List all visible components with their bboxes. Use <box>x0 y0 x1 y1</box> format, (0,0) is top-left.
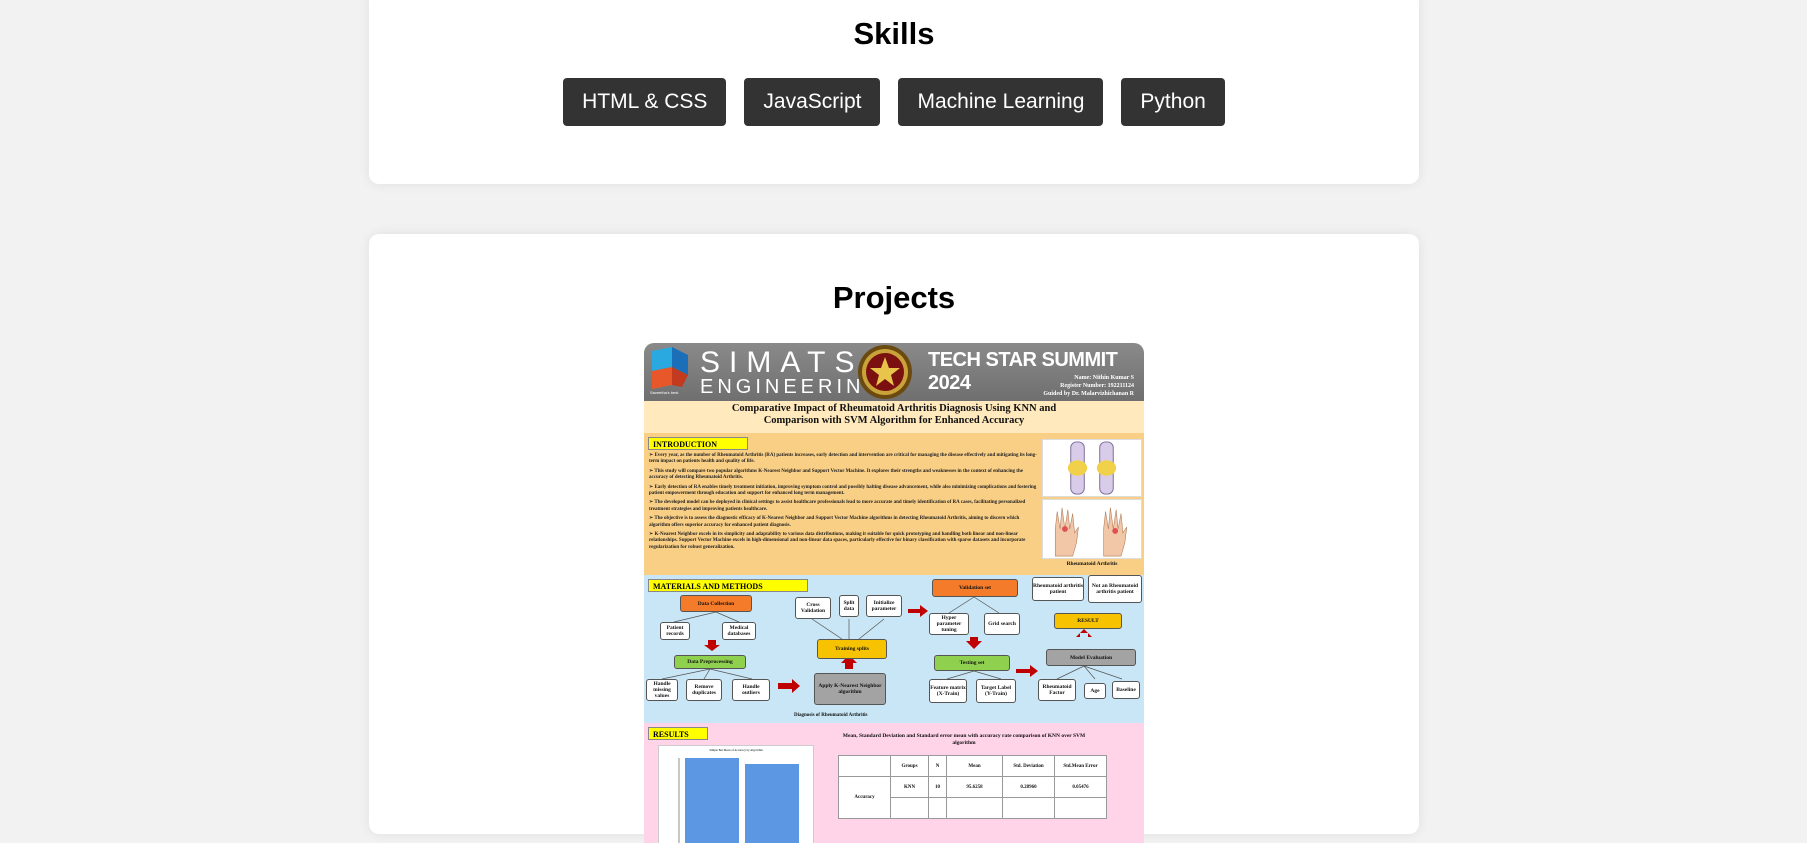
table-header-row: Groups N Mean Std. Deviation Std.Mean Er… <box>838 755 1107 777</box>
register-number: Register Number: 192211124 <box>1060 383 1134 389</box>
brand-name: SIMATS <box>700 346 864 379</box>
intro-point: Early detection of RA enables timely tre… <box>649 485 1039 498</box>
summit-seal-icon <box>858 345 912 399</box>
introduction-section: INTRODUCTION Every year, as the number o… <box>644 433 1144 575</box>
student-name: Name: Nithin Kumar S <box>1074 375 1134 381</box>
skill-badge-machine-learning[interactable]: Machine Learning <box>898 78 1104 126</box>
table-cell: 95.6258 <box>946 776 1003 798</box>
table-cell <box>946 797 1003 819</box>
results-label: RESULTS <box>648 727 708 740</box>
node-handle-outliers: Handle outliers <box>732 679 770 701</box>
projects-title: Projects <box>832 280 956 315</box>
node-grid-search: Grid search <box>984 613 1020 635</box>
node-cross-validation: Cross Validation <box>795 597 831 619</box>
intro-point: The developed model can be deployed in c… <box>649 500 1039 513</box>
node-patient-records: Patient records <box>660 622 690 640</box>
poster-title-band: Comparative Impact of Rheumatoid Arthrit… <box>644 401 1144 433</box>
guide-name: Guided by Dr. Malarvizhichanan R <box>1043 391 1134 397</box>
simats-logo-icon <box>652 347 688 389</box>
node-not-ra-patient: Not an Rheumatoid arthritis patient <box>1088 575 1142 603</box>
table-row-label: Accuracy <box>838 776 891 819</box>
node-ra-patient: Rheumatoid arthritis patient <box>1032 577 1084 601</box>
intro-point: The objective is to assess the diagnosti… <box>649 516 1039 529</box>
table-header: Groups <box>890 755 929 777</box>
results-section: RESULTS Simple Bar Mean of Accuracy by A… <box>644 723 1144 843</box>
skills-list: HTML & CSS JavaScript Machine Learning P… <box>369 78 1419 126</box>
node-data-preprocessing: Data Preprocessing <box>674 655 746 669</box>
node-rheumatoid-factor: Rheumatoid Factor <box>1038 679 1076 701</box>
table-cell <box>838 755 891 777</box>
figure-caption: Rheumatoid Arthritis <box>1066 561 1118 567</box>
node-apply-knn: Apply K-Nearest Neighbor algorithm <box>814 673 886 705</box>
node-testing-set: Testing set <box>934 655 1010 671</box>
node-age: Age <box>1084 683 1106 699</box>
skill-badge-javascript[interactable]: JavaScript <box>744 78 881 126</box>
skills-title: Skills <box>853 16 935 51</box>
node-remove-duplicates: Remove duplicates <box>686 679 722 701</box>
skill-badge-python[interactable]: Python <box>1121 78 1225 126</box>
mini-chart-bars <box>678 758 799 843</box>
project-poster-image[interactable]: SIMATS ENGINEERING Saveetha's best TECH … <box>644 343 1144 843</box>
node-hyper-parameter: Hyper parameter tuning <box>929 613 969 635</box>
poster-header: SIMATS ENGINEERING Saveetha's best TECH … <box>644 343 1144 401</box>
methods-caption: Diagnosis of Rheumatoid Arthritis <box>794 713 868 718</box>
poster-title: Comparative Impact of Rheumatoid Arthrit… <box>731 403 1057 426</box>
table-header: Std.Mean Error <box>1054 755 1107 777</box>
methods-section: MATERIALS AND METHODS Data Collection Pa… <box>644 575 1144 723</box>
node-training-splits: Training splits <box>817 639 887 659</box>
node-model-evaluation: Model Evaluation <box>1046 649 1136 666</box>
table-cell: 0.28960 <box>1002 776 1055 798</box>
skill-badge-html-css[interactable]: HTML & CSS <box>563 78 727 126</box>
node-feature-matrix: Feature matrix (X-Train) <box>929 679 967 703</box>
node-data-collection: Data Collection <box>680 595 752 612</box>
node-target-label: Target Label (Y-Train) <box>976 679 1016 703</box>
table-header: N <box>928 755 947 777</box>
node-result: RESULT <box>1054 613 1122 629</box>
node-split-data: Split data <box>839 595 859 617</box>
table-cell: 0.05476 <box>1054 776 1107 798</box>
introduction-list: Every year, as the number of Rheumatoid … <box>649 453 1039 554</box>
brand-tagline: Saveetha's best <box>650 390 679 395</box>
table-cell <box>1054 797 1107 819</box>
table-cell <box>890 797 929 819</box>
table-header: Std. Deviation <box>1002 755 1055 777</box>
table-cell: KNN <box>890 776 929 798</box>
intro-point: Every year, as the number of Rheumatoid … <box>649 453 1039 466</box>
node-initialize-parameter: Initialize parameter <box>866 595 902 617</box>
intro-point: This study will compare two popular algo… <box>649 469 1039 482</box>
node-medical-databases: Medical databases <box>722 622 756 640</box>
table-header: Mean <box>946 755 1003 777</box>
table-cell <box>928 797 947 819</box>
bar-knn <box>685 758 739 843</box>
knee-joint-icon <box>1042 439 1142 497</box>
introduction-label: INTRODUCTION <box>648 437 748 450</box>
node-handle-missing: Handle missing values <box>646 679 678 701</box>
accuracy-bar-chart: Simple Bar Mean of Accuracy by Algorithm <box>658 745 814 843</box>
results-table: Groups N Mean Std. Deviation Std.Mean Er… <box>838 755 1107 819</box>
table-cell <box>1002 797 1055 819</box>
node-validation-set: Validation set <box>932 579 1018 597</box>
table-row: Accuracy KNN 10 95.6258 0.28960 0.05476 <box>838 776 1107 819</box>
bar-svm <box>745 764 799 843</box>
node-baseline: Baseline <box>1112 681 1140 699</box>
skills-section: Skills HTML & CSS JavaScript Machine Lea… <box>369 0 1419 184</box>
table-cell: 10 <box>928 776 947 798</box>
projects-section: Projects SIMATS ENGINEERING Saveetha's b… <box>369 234 1419 843</box>
table-caption: Mean, Standard Deviation and Standard er… <box>842 733 1086 746</box>
hands-xray-icon <box>1042 499 1142 559</box>
intro-point: K-Nearest Neighbor excels in its simplic… <box>649 532 1039 551</box>
